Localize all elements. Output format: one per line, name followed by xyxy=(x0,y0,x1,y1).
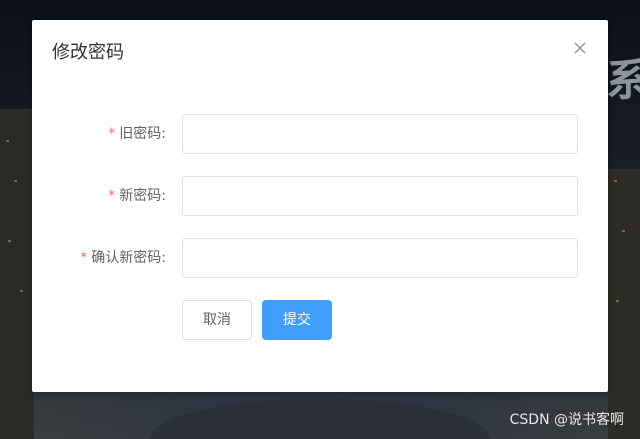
old-password-row: * 旧密码: xyxy=(32,114,608,154)
background-light xyxy=(622,230,625,232)
close-icon xyxy=(574,42,586,54)
submit-button[interactable]: 提交 xyxy=(262,300,332,340)
dialog-title: 修改密码 xyxy=(52,42,124,63)
background-system-title: 系 xyxy=(606,55,640,106)
background-building xyxy=(608,169,640,439)
close-button[interactable] xyxy=(570,38,590,58)
new-password-input[interactable] xyxy=(182,176,578,216)
new-password-row: * 新密码: xyxy=(32,176,608,216)
background-light xyxy=(614,180,617,182)
old-password-input[interactable] xyxy=(182,114,578,154)
background-light xyxy=(6,140,9,142)
new-password-label: * 新密码: xyxy=(108,176,166,216)
cancel-button[interactable]: 取消 xyxy=(182,300,252,340)
background-dome xyxy=(150,399,490,439)
new-password-label-text: 新密码: xyxy=(119,188,166,204)
required-mark: * xyxy=(80,250,88,266)
background-light xyxy=(20,290,23,292)
confirm-password-input[interactable] xyxy=(182,238,578,278)
required-mark: * xyxy=(108,126,116,142)
required-mark: * xyxy=(108,188,116,204)
background-light xyxy=(8,240,11,242)
background-building xyxy=(0,109,34,439)
old-password-label: * 旧密码: xyxy=(108,114,166,154)
background-light xyxy=(616,300,619,302)
confirm-password-label: * 确认新密码: xyxy=(80,238,166,278)
confirm-password-label-text: 确认新密码: xyxy=(91,250,166,266)
change-password-dialog: 修改密码 * 旧密码: * 新密码: * 确认新密码: 取消 提交 xyxy=(32,20,608,392)
confirm-password-row: * 确认新密码: xyxy=(32,238,608,278)
old-password-label-text: 旧密码: xyxy=(119,126,166,142)
csdn-watermark: CSDN @说书客啊 xyxy=(509,412,624,428)
background-light xyxy=(14,180,17,182)
